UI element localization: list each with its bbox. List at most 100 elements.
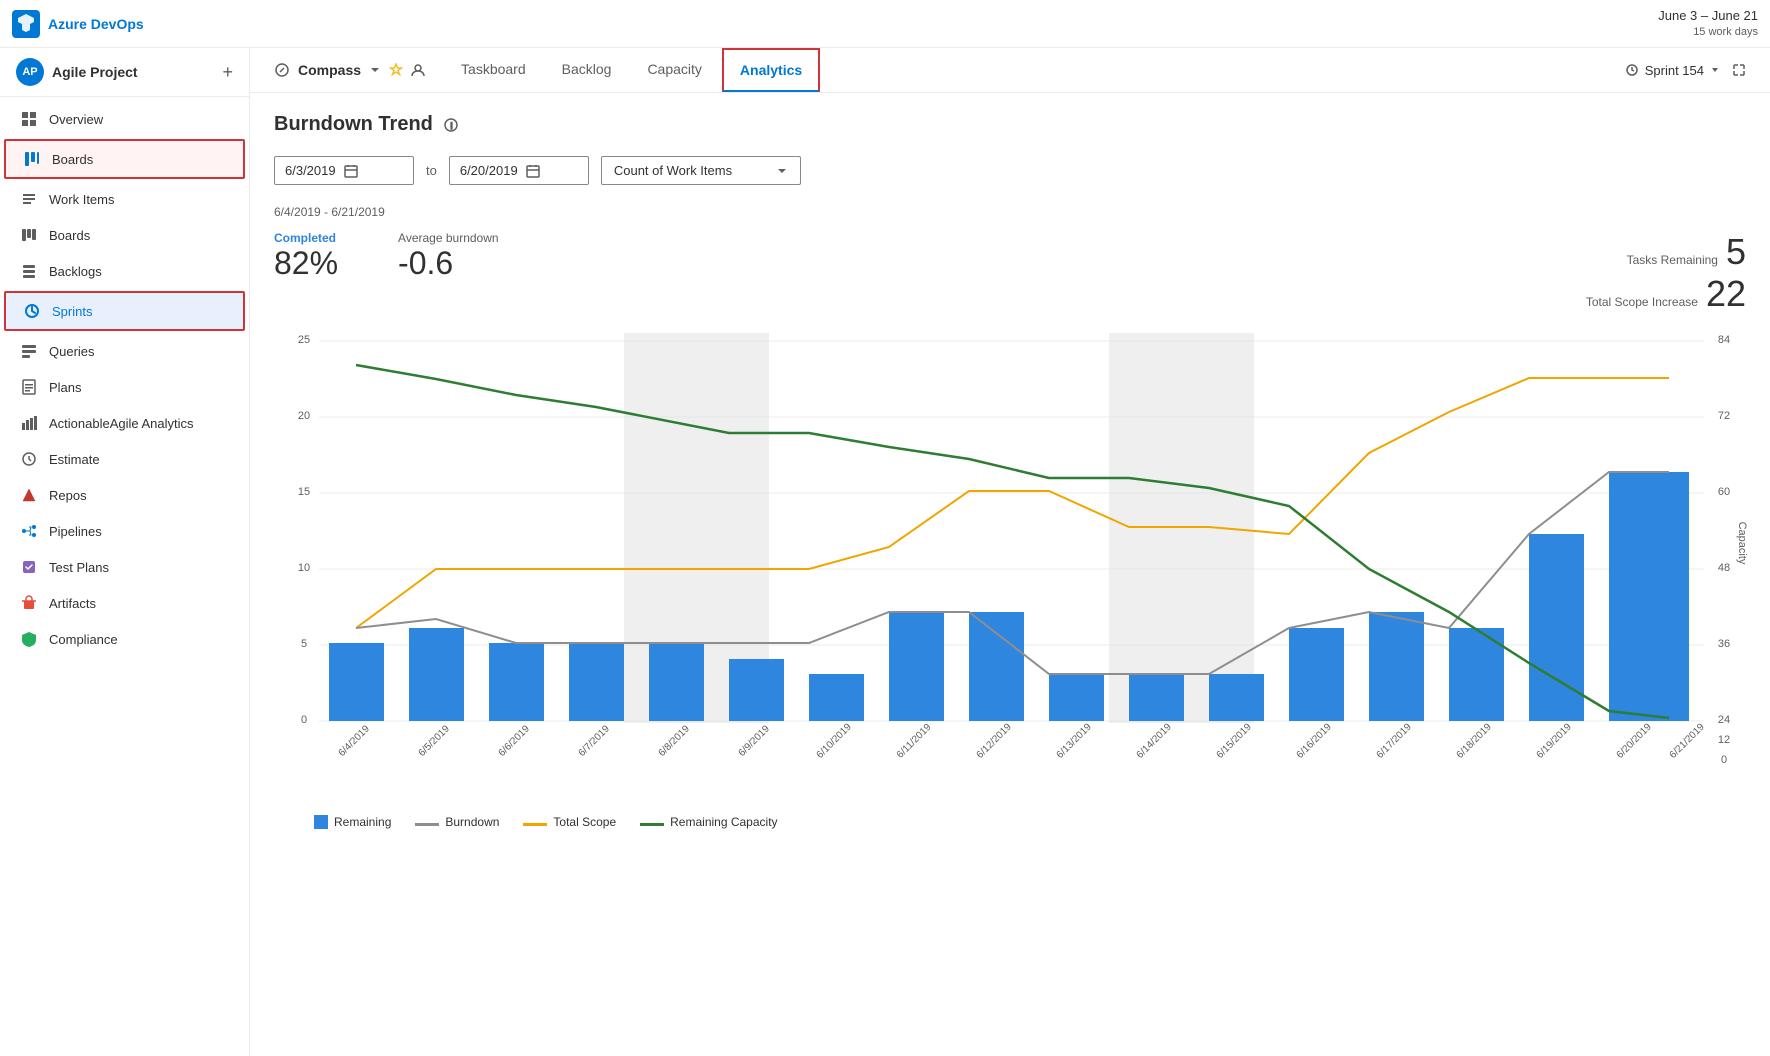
date-to-input[interactable]: 6/20/2019 xyxy=(449,156,589,185)
date-to-value: 6/20/2019 xyxy=(460,163,518,178)
svg-text:6/9/2019: 6/9/2019 xyxy=(737,723,773,759)
completed-stat: Completed 82% xyxy=(274,231,338,282)
org-name[interactable]: Azure DevOps xyxy=(48,16,144,32)
star-icon[interactable] xyxy=(389,63,403,77)
completed-value: 82% xyxy=(274,245,338,282)
sidebar-item-plans[interactable]: Plans xyxy=(0,369,249,405)
avg-burndown-stat: Average burndown -0.6 xyxy=(398,231,499,282)
svg-text:6/11/2019: 6/11/2019 xyxy=(895,722,934,761)
date-from-value: 6/3/2019 xyxy=(285,163,336,178)
sidebar-item-repos[interactable]: Repos xyxy=(0,477,249,513)
sidebar-item-boards-sub[interactable]: Boards xyxy=(0,217,249,253)
legend-total-scope-color xyxy=(523,823,547,826)
bar-8 xyxy=(969,612,1024,721)
tasks-remaining-label: Tasks Remaining xyxy=(1627,253,1718,267)
legend-burndown-color xyxy=(415,823,439,826)
sidebar-item-estimate[interactable]: Estimate xyxy=(0,441,249,477)
grid-icon xyxy=(19,109,39,129)
bar-7 xyxy=(889,612,944,721)
svg-text:6/16/2019: 6/16/2019 xyxy=(1295,721,1335,761)
bar-10 xyxy=(1129,674,1184,721)
main-content-area: Compass Taskboard Backlog Capacity Analy… xyxy=(250,48,1770,1056)
tab-backlog[interactable]: Backlog xyxy=(546,49,628,91)
sidebar-item-queries[interactable]: Queries xyxy=(0,333,249,369)
chevron-down-icon xyxy=(369,64,381,76)
sidebar-item-actionable[interactable]: ActionableAgile Analytics xyxy=(0,405,249,441)
topbar-left: Azure DevOps xyxy=(12,10,144,38)
svg-text:6/12/2019: 6/12/2019 xyxy=(975,721,1015,761)
sidebar-item-artifacts[interactable]: Artifacts xyxy=(0,585,249,621)
person-icon xyxy=(411,63,425,77)
avg-burndown-label: Average burndown xyxy=(398,231,499,245)
sprint-chevron-icon xyxy=(1710,65,1720,75)
sidebar-item-test-plans[interactable]: Test Plans xyxy=(0,549,249,585)
date-from-input[interactable]: 6/3/2019 xyxy=(274,156,414,185)
sidebar-item-backlogs-label: Backlogs xyxy=(49,264,102,279)
filter-row: 6/3/2019 to 6/20/2019 Count of Work Item… xyxy=(274,156,1746,185)
sidebar-item-sprints[interactable]: Sprints xyxy=(4,291,245,331)
metric-dropdown[interactable]: Count of Work Items xyxy=(601,156,801,185)
sidebar-item-boards[interactable]: Boards xyxy=(4,139,245,179)
avatar: AP xyxy=(16,58,44,86)
metric-label: Count of Work Items xyxy=(614,163,732,178)
svg-text:0: 0 xyxy=(301,714,307,726)
subnav-left: Compass Taskboard Backlog Capacity Analy… xyxy=(274,48,820,92)
sprint-date: June 3 – June 21 15 work days xyxy=(1658,8,1758,39)
add-project-button[interactable]: + xyxy=(222,62,233,83)
tab-analytics[interactable]: Analytics xyxy=(722,48,820,92)
estimate-icon xyxy=(19,449,39,469)
sidebar-item-compliance[interactable]: Compliance xyxy=(0,621,249,657)
tab-taskboard[interactable]: Taskboard xyxy=(445,49,542,91)
tasks-remaining-value: 5 xyxy=(1726,231,1746,273)
testplans-icon xyxy=(19,557,39,577)
topbar: Azure DevOps June 3 – June 21 15 work da… xyxy=(0,0,1770,48)
legend-burndown-label: Burndown xyxy=(445,815,499,829)
expand-icon[interactable] xyxy=(1732,63,1746,77)
stats-right: Tasks Remaining 5 Total Scope Increase 2… xyxy=(1586,231,1746,315)
sidebar-item-overview[interactable]: Overview xyxy=(0,101,249,137)
boards-icon xyxy=(22,149,42,169)
sidebar-item-sprints-label: Sprints xyxy=(52,304,92,319)
subnav: Compass Taskboard Backlog Capacity Analy… xyxy=(250,48,1770,93)
main-layout: AP Agile Project + Overview Boards Work … xyxy=(0,48,1770,1056)
subnav-title: Compass xyxy=(274,50,425,90)
sprint-selector[interactable]: Sprint 154 xyxy=(1625,63,1720,78)
legend-remaining: Remaining xyxy=(314,815,391,829)
bar-13 xyxy=(1369,612,1424,721)
sprint-work-days: 15 work days xyxy=(1658,25,1758,39)
main-content: Burndown Trend i 6/3/2019 to 6/20/2019 C… xyxy=(250,93,1770,1056)
tasks-remaining-stat: Tasks Remaining 5 xyxy=(1586,231,1746,273)
svg-text:60: 60 xyxy=(1718,486,1730,498)
svg-text:10: 10 xyxy=(298,562,310,574)
metric-chevron-icon xyxy=(776,165,788,177)
azure-devops-logo xyxy=(12,10,40,38)
legend-remaining-capacity: Remaining Capacity xyxy=(640,815,777,829)
query-icon xyxy=(19,341,39,361)
sidebar-item-pipelines-label: Pipelines xyxy=(49,524,102,539)
svg-text:15: 15 xyxy=(298,486,310,498)
notification-icon xyxy=(1625,63,1639,77)
sidebar-item-pipelines[interactable]: Pipelines xyxy=(0,513,249,549)
sidebar-item-backlogs[interactable]: Backlogs xyxy=(0,253,249,289)
repos-icon xyxy=(19,485,39,505)
subnav-compass-label[interactable]: Compass xyxy=(298,62,361,78)
sprint-icon xyxy=(22,301,42,321)
svg-text:6/6/2019: 6/6/2019 xyxy=(497,723,533,759)
list-icon xyxy=(19,189,39,209)
info-icon[interactable]: i xyxy=(443,117,459,133)
sidebar-item-artifacts-label: Artifacts xyxy=(49,596,96,611)
tab-capacity[interactable]: Capacity xyxy=(631,49,717,91)
svg-text:72: 72 xyxy=(1718,410,1730,422)
chart-date-range: 6/4/2019 - 6/21/2019 xyxy=(274,205,1746,219)
legend-remaining-color xyxy=(314,815,328,829)
topbar-right: June 3 – June 21 15 work days xyxy=(1658,8,1758,39)
bar-9 xyxy=(1049,674,1104,721)
sidebar-project-header: AP Agile Project + xyxy=(0,48,249,97)
sidebar-item-work-items-label: Work Items xyxy=(49,192,115,207)
svg-text:0: 0 xyxy=(1721,754,1727,766)
svg-text:6/8/2019: 6/8/2019 xyxy=(657,723,693,759)
sprint-label: Sprint 154 xyxy=(1645,63,1704,78)
project-name: Agile Project xyxy=(52,64,138,80)
sidebar-item-work-items[interactable]: Work Items xyxy=(0,181,249,217)
sidebar-item-plans-label: Plans xyxy=(49,380,82,395)
